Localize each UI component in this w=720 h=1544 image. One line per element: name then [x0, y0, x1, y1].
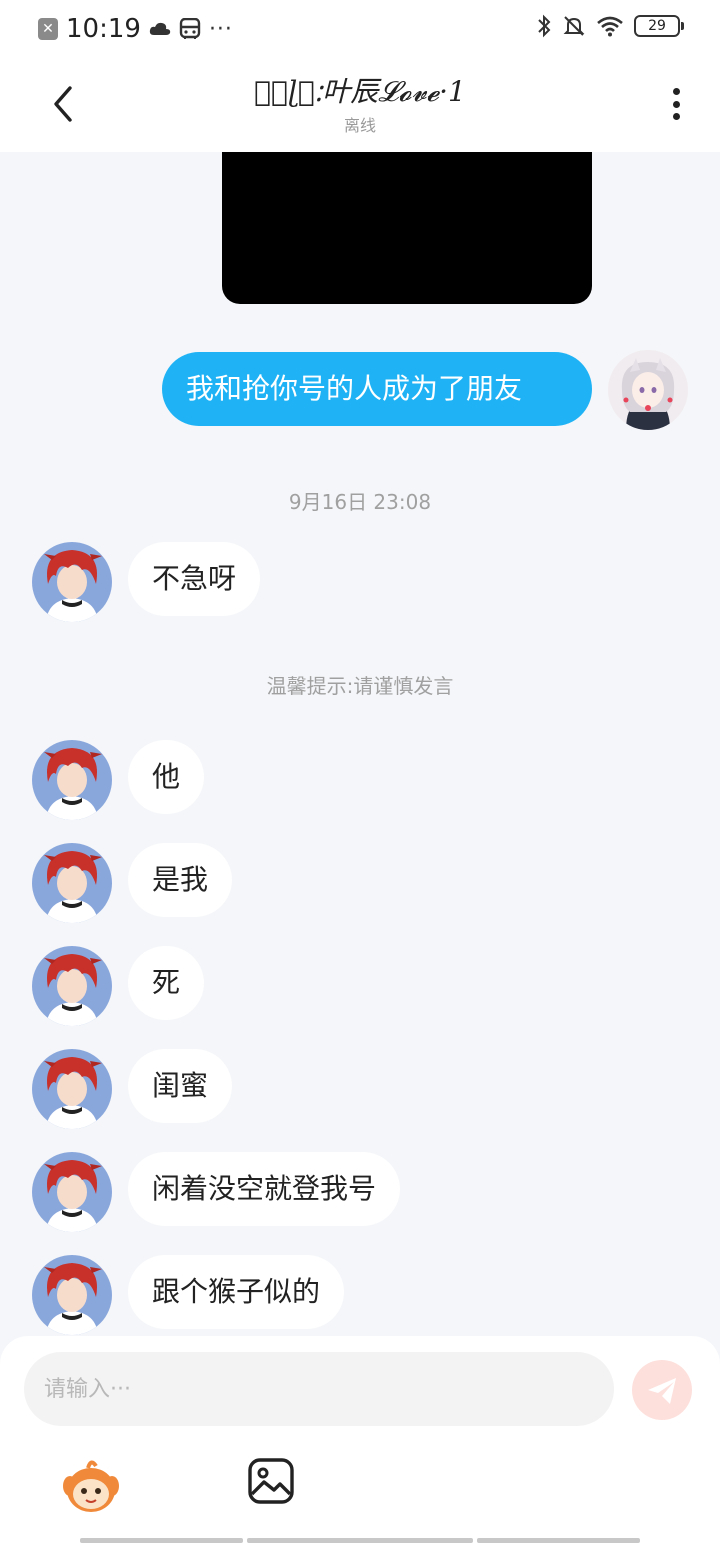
media-image-content — [222, 152, 592, 304]
self-avatar[interactable] — [608, 350, 688, 430]
red-hair-boy-avatar-image — [32, 1152, 112, 1232]
bluetooth-icon — [538, 14, 551, 38]
contact-avatar[interactable] — [32, 1255, 112, 1335]
incoming-message-bubble[interactable]: 闲着没空就登我号 — [128, 1152, 401, 1226]
red-hair-boy-avatar-image — [32, 946, 112, 1026]
incoming-message-bubble[interactable]: 死 — [128, 946, 205, 1020]
mute-bell-icon — [563, 16, 585, 36]
contact-avatar[interactable] — [32, 740, 112, 820]
red-hair-boy-avatar-image — [32, 740, 112, 820]
more-vertical-icon[interactable] — [662, 84, 690, 124]
message-timestamp: 9月16日 23:08 — [288, 490, 432, 514]
contact-online-status: 离线 — [343, 116, 376, 135]
emoji-button[interactable] — [60, 1456, 122, 1518]
send-button[interactable] — [632, 1360, 692, 1420]
incoming-message-bubble[interactable]: 闺蜜 — [128, 1049, 233, 1123]
media-message-image[interactable] — [222, 152, 592, 304]
image-icon — [248, 1458, 294, 1504]
red-hair-boy-avatar-image — [32, 1049, 112, 1129]
status-more-dots: ··· — [208, 16, 233, 42]
status-bar-right: 29 — [536, 14, 684, 38]
safety-tip-notice: 温馨提示:请谨慎发言 — [266, 674, 454, 698]
incoming-message-bubble[interactable]: 不急呀 — [128, 542, 261, 616]
status-bar-left: ✕ 10:19 ··· — [38, 14, 233, 44]
wifi-icon — [597, 16, 623, 37]
contact-avatar[interactable] — [32, 843, 112, 923]
red-hair-boy-avatar-image — [32, 843, 112, 923]
status-time: 10:19 — [66, 14, 141, 44]
contact-avatar[interactable] — [32, 542, 112, 622]
chat-header: ᑕ⃝ɭ⃝ᱺ叶辰𝓛𝓸𝓿𝓮·1 离线 — [0, 56, 720, 152]
composer-panel — [0, 1336, 720, 1544]
red-hair-boy-avatar-image — [32, 1255, 112, 1335]
anime-girl-avatar-image — [608, 350, 688, 430]
red-hair-boy-avatar-image — [32, 542, 112, 622]
contact-avatar[interactable] — [32, 1049, 112, 1129]
chat-message-list[interactable]: 我和抢你号的人成为了朋友 9月16日 23:08 不急呀 温馨提示:请谨慎发言 … — [0, 152, 720, 1338]
image-button[interactable] — [246, 1456, 296, 1506]
incoming-message-bubble[interactable]: 跟个猴子似的 — [128, 1255, 345, 1329]
gesture-indicator-bars — [80, 1538, 640, 1543]
contact-avatar[interactable] — [32, 946, 112, 1026]
battery-indicator: 29 — [634, 15, 684, 37]
contact-name: ᑕ⃝ɭ⃝ᱺ叶辰𝓛𝓸𝓿𝓮·1 — [254, 75, 466, 108]
cloud-icon — [149, 22, 171, 35]
bus-icon — [179, 18, 201, 39]
message-input[interactable] — [24, 1352, 614, 1426]
outgoing-message-bubble[interactable]: 我和抢你号的人成为了朋友 — [162, 352, 592, 426]
close-notification-icon: ✕ — [38, 18, 58, 40]
incoming-message-bubble[interactable]: 他 — [128, 740, 205, 814]
contact-avatar[interactable] — [32, 1152, 112, 1232]
paper-plane-icon — [648, 1378, 676, 1404]
contact-title-block[interactable]: ᑕ⃝ɭ⃝ᱺ叶辰𝓛𝓸𝓿𝓮·1 离线 — [0, 70, 720, 136]
emoji-mascot-icon — [63, 1460, 119, 1512]
status-bar: ✕ 10:19 ··· 29 — [0, 0, 720, 56]
incoming-message-bubble[interactable]: 是我 — [128, 843, 233, 917]
